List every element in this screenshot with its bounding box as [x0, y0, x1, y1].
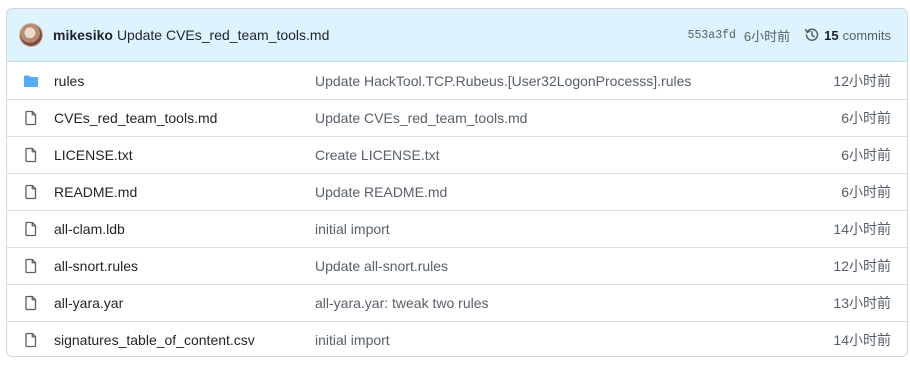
file-row[interactable]: all-snort.rules Update all-snort.rules 12小… — [7, 247, 907, 284]
file-commit-message-link[interactable]: initial import — [315, 221, 811, 237]
file-icon — [23, 332, 39, 348]
file-row[interactable]: signatures_table_of_content.csv initial i… — [7, 321, 907, 356]
file-name-link[interactable]: signatures_table_of_content.csv — [54, 332, 315, 348]
latest-commit-bar: mikesiko Update CVEs_red_team_tools.md 5… — [7, 9, 907, 62]
file-name-link[interactable]: CVEs_red_team_tools.md — [54, 110, 315, 126]
avatar[interactable] — [19, 23, 43, 47]
file-commit-time: 13小时前 — [833, 295, 891, 311]
file-icon — [23, 110, 39, 126]
file-commit-message-link[interactable]: Create LICENSE.txt — [315, 147, 811, 163]
commit-time: 6小时前 — [743, 28, 791, 44]
commit-message[interactable]: Update CVEs_red_team_tools.md — [117, 27, 688, 43]
file-commit-time: 12小时前 — [833, 72, 891, 89]
commit-author[interactable]: mikesiko — [53, 27, 113, 43]
file-icon — [23, 147, 39, 163]
file-name-link[interactable]: all-snort.rules — [54, 258, 315, 274]
file-commit-message-link[interactable]: all-yara.yar: tweak two rules — [315, 295, 811, 311]
file-commit-time: 14小时前 — [833, 332, 891, 348]
file-icon — [23, 184, 39, 200]
commit-meta: 553a3fd 6小时前 15 commits — [688, 26, 891, 45]
file-commit-time: 12小时前 — [833, 258, 891, 274]
commits-history-link[interactable]: 15 commits — [804, 27, 891, 43]
commit-sha[interactable]: 553a3fd — [688, 29, 736, 42]
commits-label: commits — [842, 27, 891, 43]
file-row[interactable]: rules Update HackTool.TCP.Rubeus.[User32L… — [7, 62, 907, 99]
file-commit-message-link[interactable]: Update CVEs_red_team_tools.md — [315, 110, 811, 126]
commits-count: 15 — [824, 27, 839, 43]
file-name-link[interactable]: README.md — [54, 184, 315, 200]
file-name-link[interactable]: all-yara.yar — [54, 295, 315, 311]
file-name-link[interactable]: rules — [54, 73, 315, 89]
file-name-link[interactable]: all-clam.ldb — [54, 221, 315, 237]
folder-icon — [23, 73, 39, 89]
file-row[interactable]: README.md Update README.md 6小时前 — [7, 173, 907, 210]
file-icon — [23, 258, 39, 274]
file-browser: mikesiko Update CVEs_red_team_tools.md 5… — [6, 8, 908, 357]
file-name-link[interactable]: LICENSE.txt — [54, 147, 315, 163]
file-commit-message-link[interactable]: Update all-snort.rules — [315, 258, 811, 274]
file-commit-time: 6小时前 — [841, 147, 891, 163]
file-icon — [23, 295, 39, 311]
file-commit-message-link[interactable]: Update HackTool.TCP.Rubeus.[User32LogonP… — [315, 73, 811, 89]
file-row[interactable]: all-yara.yar all-yara.yar: tweak two rule… — [7, 284, 907, 321]
file-row[interactable]: CVEs_red_team_tools.md Update CVEs_red_te… — [7, 99, 907, 136]
file-commit-time: 6小时前 — [841, 110, 891, 126]
file-commit-message-link[interactable]: initial import — [315, 332, 811, 348]
history-icon — [804, 27, 820, 43]
file-commit-time: 6小时前 — [841, 184, 891, 200]
file-list: rules Update HackTool.TCP.Rubeus.[User32L… — [7, 62, 907, 356]
file-row[interactable]: all-clam.ldb initial import 14小时前 — [7, 210, 907, 247]
file-row[interactable]: LICENSE.txt Create LICENSE.txt 6小时前 — [7, 136, 907, 173]
file-icon — [23, 221, 39, 237]
file-commit-time: 14小时前 — [833, 221, 891, 237]
file-commit-message-link[interactable]: Update README.md — [315, 184, 811, 200]
